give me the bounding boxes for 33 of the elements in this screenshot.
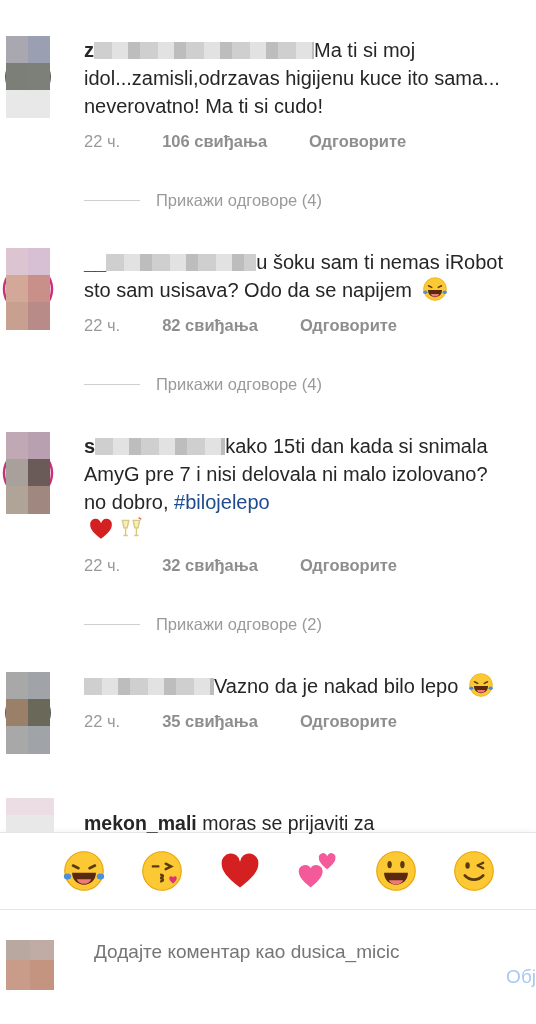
emoji-button[interactable] bbox=[140, 849, 184, 893]
view-replies-button[interactable]: Прикажи одговоре (4) bbox=[156, 191, 322, 210]
comment-input[interactable]: Додајте коментар као dusica_micic bbox=[94, 940, 467, 988]
view-replies-button[interactable]: Прикажи одговоре (2) bbox=[156, 615, 322, 634]
winking-emoji-icon bbox=[452, 849, 496, 893]
like-count[interactable]: 35 свиђања bbox=[162, 712, 258, 731]
like-count[interactable]: 32 свиђања bbox=[162, 556, 258, 575]
comment-text: Vazno da je nakad bilo lepo bbox=[84, 672, 504, 700]
reply-button[interactable]: Одговорите bbox=[299, 316, 398, 335]
reply-button[interactable]: Одговорите bbox=[299, 556, 398, 575]
comment-time: 22 ч. bbox=[84, 132, 121, 151]
smiling-emoji-icon bbox=[374, 849, 418, 893]
laughing-emoji-icon bbox=[421, 276, 448, 302]
comment-text: __ u šoku sam ti nemas iRobot sto sam usisava? Odo da se napijem bbox=[84, 250, 504, 304]
emoji-button[interactable] bbox=[62, 849, 106, 893]
emoji-button[interactable] bbox=[374, 849, 418, 893]
like-count[interactable]: 106 свиђања bbox=[162, 132, 268, 151]
comment-time: 22 ч. bbox=[84, 316, 121, 335]
emoji-button[interactable] bbox=[452, 849, 496, 893]
comment-text: z Ma ti si moj idol...zamisli,odrzavas higijenu kuce ito sama... neverovatno! Ma ti si cudo! bbox=[84, 38, 501, 119]
hashtag-link[interactable]: #bilojelepo bbox=[174, 491, 270, 513]
kissing-emoji-icon bbox=[140, 849, 184, 893]
laughing-emoji-icon bbox=[467, 672, 494, 698]
comment-text: mekon_mali moras se prijaviti za bbox=[84, 811, 375, 832]
post-button[interactable]: Обј bbox=[506, 966, 536, 988]
reply-button[interactable]: Одговорите bbox=[309, 132, 407, 151]
comment-text: s kako 15ti dan kada si snimala AmyG pre 7 i nisi delovala ni malo izolovano? no dobro, #bilojelepo bbox=[84, 432, 504, 544]
laughing-emoji-icon bbox=[62, 849, 106, 893]
reply-button[interactable]: Одговорите bbox=[299, 712, 398, 731]
like-count[interactable]: 82 свиђања bbox=[162, 316, 258, 335]
comment-time: 22 ч. bbox=[84, 556, 121, 575]
view-replies-button[interactable]: Прикажи одговоре (4) bbox=[156, 375, 322, 394]
comment-time: 22 ч. bbox=[84, 712, 121, 731]
